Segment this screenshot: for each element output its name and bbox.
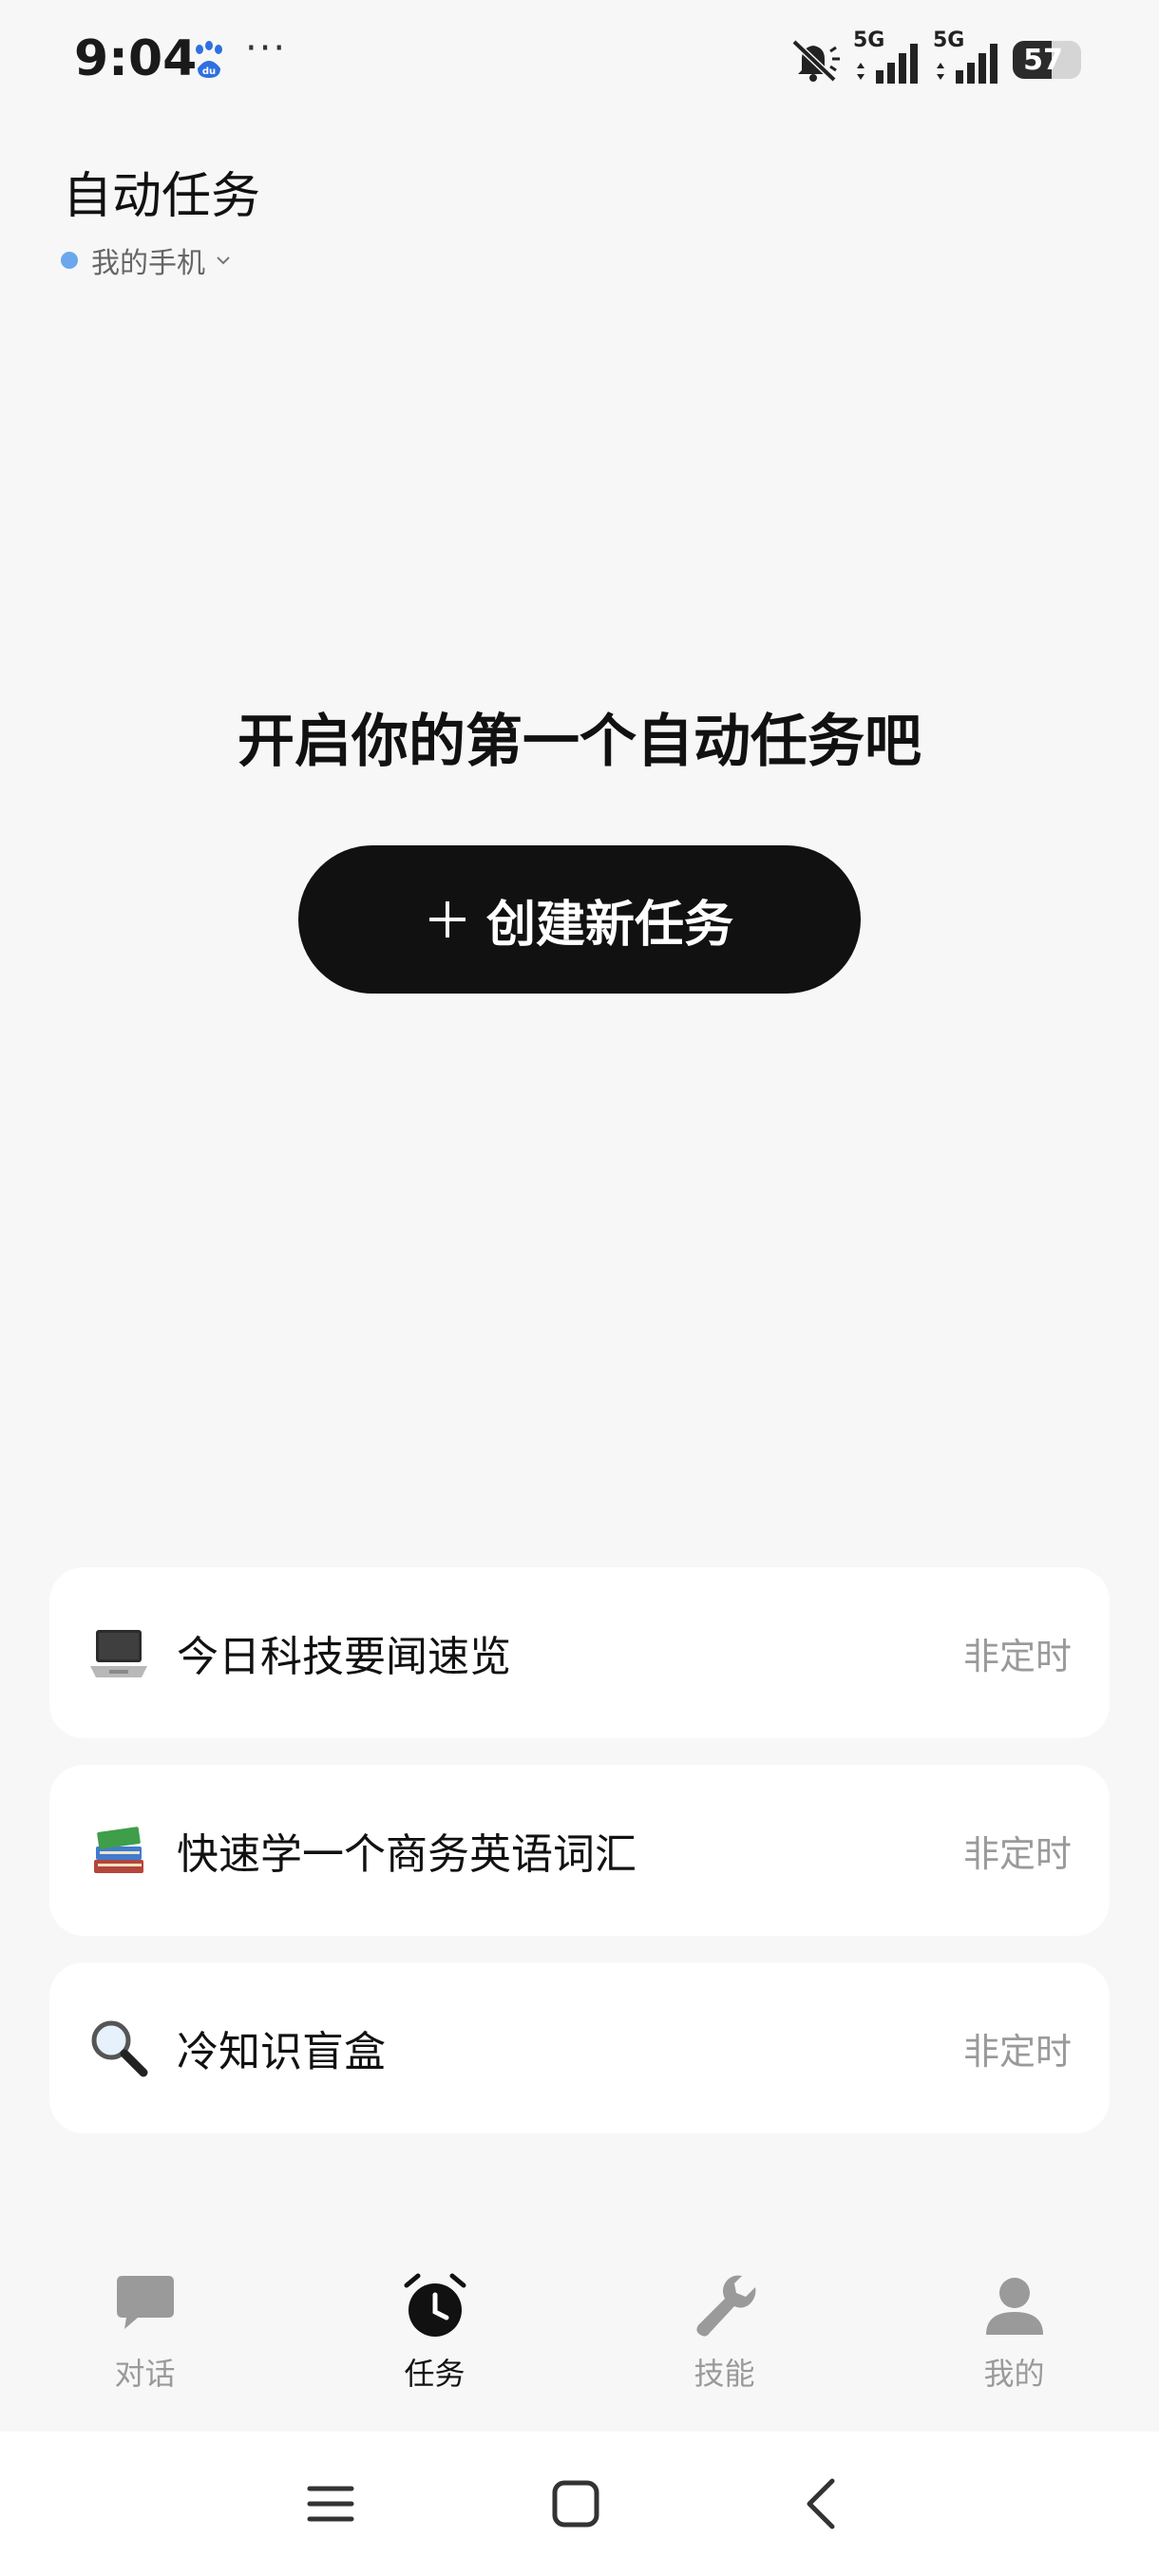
status-icons: 5G 5G 57 <box>788 28 1081 85</box>
menu-icon[interactable] <box>302 2475 359 2532</box>
person-icon <box>985 2278 1043 2335</box>
signal-bars-icon <box>937 44 998 84</box>
tab-skills[interactable]: 技能 <box>580 2242 869 2432</box>
device-label: 我的手机 <box>91 247 205 280</box>
empty-state-title: 开启你的第一个自动任务吧 <box>238 709 922 775</box>
device-status-dot <box>61 252 78 269</box>
tab-label: 对话 <box>114 2356 176 2392</box>
tab-label: 任务 <box>404 2356 466 2392</box>
create-task-button[interactable]: 创建新任务 <box>298 845 861 994</box>
battery-cap <box>1077 52 1081 67</box>
tab-chat[interactable]: 对话 <box>0 2242 290 2432</box>
task-schedule: 非定时 <box>962 1832 1072 1875</box>
status-more-indicator: ··· <box>245 27 288 70</box>
chat-icon <box>116 2276 174 2329</box>
alarm-clock-icon <box>404 2273 466 2337</box>
task-title: 冷知识盲盒 <box>177 2028 386 2076</box>
task-card[interactable]: 今日科技要闻速览 非定时 <box>49 1567 1110 1738</box>
status-time: 9:04 <box>74 30 198 87</box>
tab-tasks[interactable]: 任务 <box>290 2242 580 2432</box>
task-schedule: 非定时 <box>962 1635 1072 1677</box>
baidu-paw-icon: du <box>196 41 222 78</box>
tab-label: 我的 <box>983 2356 1045 2392</box>
task-title: 今日科技要闻速览 <box>177 1633 511 1681</box>
system-nav-bar <box>0 2432 1159 2576</box>
home-icon[interactable] <box>547 2475 604 2532</box>
signal-strength-2: 5G <box>933 28 1001 85</box>
bell-muted-icon <box>791 39 840 82</box>
tab-label: 技能 <box>694 2356 755 2392</box>
page-title: 自动任务 <box>63 168 261 225</box>
battery-percentage: 57 <box>1023 43 1063 77</box>
magnifier-icon <box>86 2015 152 2081</box>
plus-icon <box>428 901 466 938</box>
task-card[interactable]: 冷知识盲盒 非定时 <box>49 1962 1110 2133</box>
back-icon[interactable] <box>794 2475 851 2532</box>
signal-bars-icon <box>857 44 918 84</box>
chevron-down-icon <box>217 256 230 265</box>
device-selector[interactable]: 我的手机 <box>61 239 232 281</box>
task-schedule: 非定时 <box>962 2030 1072 2073</box>
bottom-tab-bar: 对话 任务 技能 我的 <box>0 2242 1159 2432</box>
battery-indicator: 57 <box>1013 41 1081 79</box>
task-title: 快速学一个商务英语词汇 <box>177 1830 636 1879</box>
create-task-label: 创建新任务 <box>485 896 733 954</box>
books-icon <box>86 1817 152 1884</box>
svg-text:du: du <box>202 66 216 77</box>
wrench-icon <box>695 2275 755 2337</box>
tab-profile[interactable]: 我的 <box>869 2242 1159 2432</box>
task-card[interactable]: 快速学一个商务英语词汇 非定时 <box>49 1765 1110 1936</box>
status-bar: 9:04 du ··· 5G 5G 57 <box>0 0 1159 123</box>
signal-strength-1: 5G <box>853 28 922 85</box>
laptop-icon <box>86 1619 152 1686</box>
